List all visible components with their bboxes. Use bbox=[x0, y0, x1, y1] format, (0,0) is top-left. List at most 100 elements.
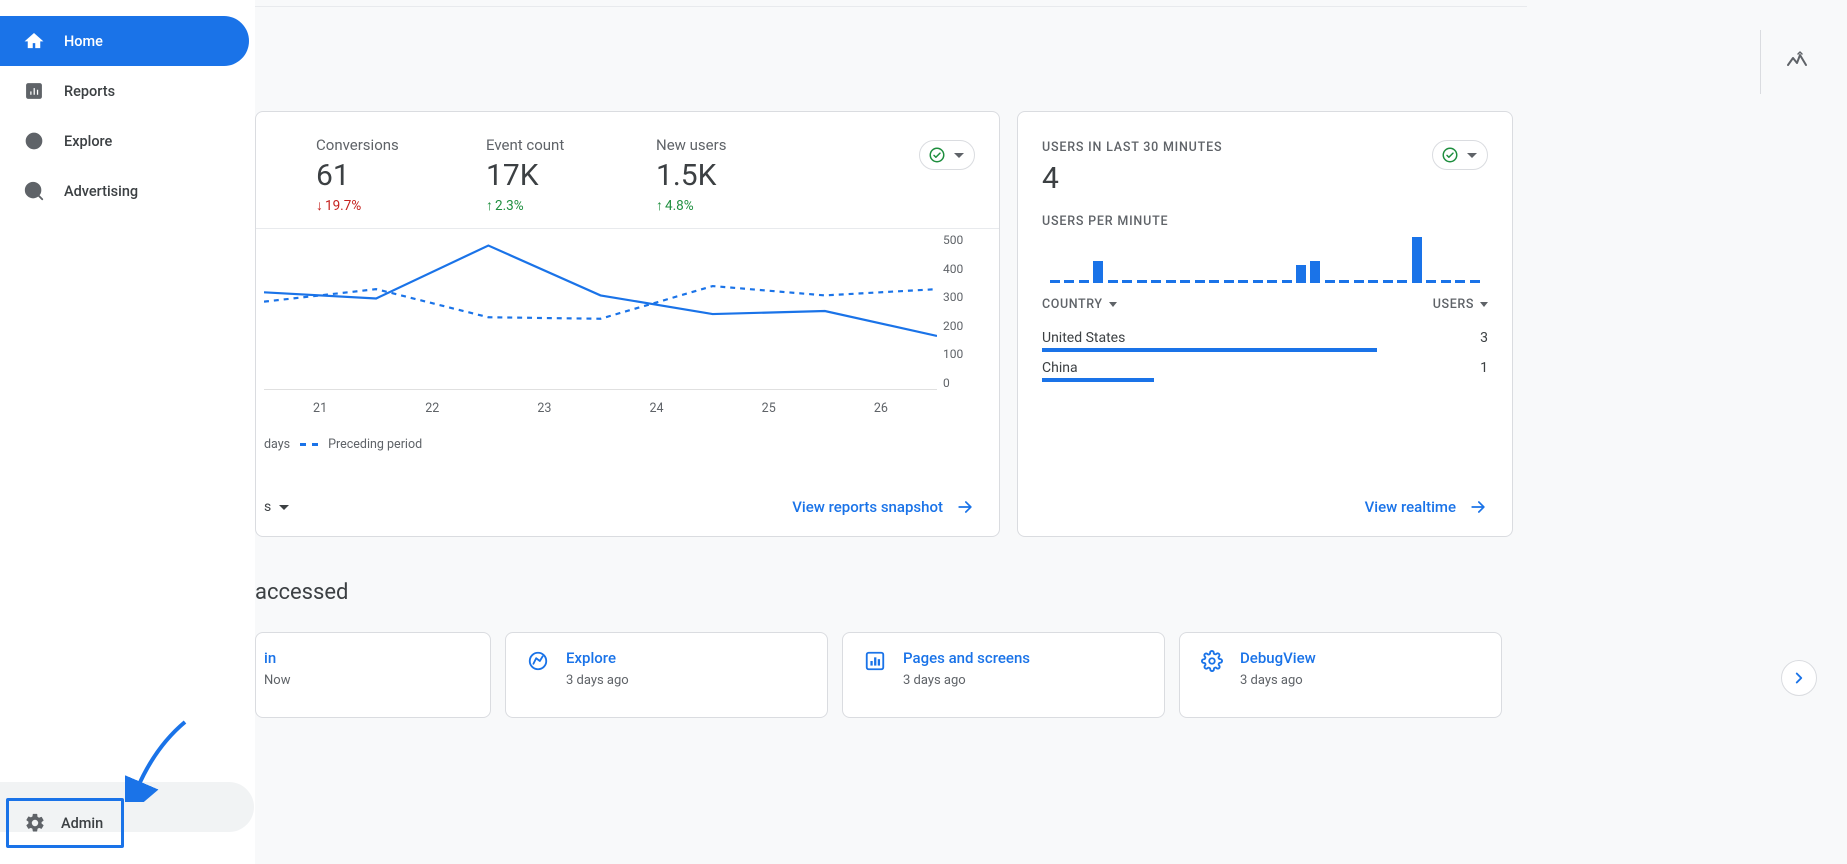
users-per-minute-chart bbox=[1042, 235, 1488, 283]
arrow-right-icon bbox=[1468, 497, 1488, 517]
country-row[interactable]: China 1 bbox=[1042, 352, 1488, 382]
country-header[interactable]: COUNTRY bbox=[1042, 297, 1117, 312]
minute-bar bbox=[1383, 280, 1393, 283]
minute-bar bbox=[1325, 280, 1335, 283]
metric-label: New users bbox=[656, 136, 826, 154]
nav-label: Home bbox=[64, 33, 103, 50]
next-page-button[interactable] bbox=[1781, 660, 1817, 696]
minute-bar bbox=[1470, 280, 1480, 283]
x-axis: 212223242526 bbox=[264, 395, 937, 417]
y-tick: 500 bbox=[943, 233, 963, 247]
y-tick: 100 bbox=[943, 347, 963, 361]
chevron-down-icon bbox=[279, 505, 289, 510]
chevron-down-icon bbox=[1467, 153, 1477, 158]
insights-icon[interactable] bbox=[1785, 48, 1809, 76]
minute-bar bbox=[1151, 280, 1161, 283]
view-realtime-link[interactable]: View realtime bbox=[1365, 497, 1488, 517]
chart-legend: days Preceding period bbox=[256, 417, 999, 452]
explore-icon bbox=[22, 129, 46, 153]
nav-explore[interactable]: Explore bbox=[0, 116, 249, 166]
home-icon bbox=[22, 29, 46, 53]
minute-bar bbox=[1079, 280, 1089, 283]
x-tick: 25 bbox=[762, 401, 776, 417]
country-name: China bbox=[1042, 360, 1078, 376]
minute-bar bbox=[1137, 280, 1147, 283]
minute-bar bbox=[1310, 261, 1320, 283]
arrow-right-icon bbox=[955, 497, 975, 517]
nav-home[interactable]: Home bbox=[0, 16, 249, 66]
admin-button[interactable]: Admin bbox=[6, 798, 124, 848]
metric-value: 17K bbox=[486, 158, 656, 193]
metric-event-count[interactable]: Event count 17K 2.3% bbox=[486, 136, 656, 214]
card-footer: s View reports snapshot bbox=[256, 478, 999, 536]
recent-sub: 3 days ago bbox=[903, 673, 1030, 688]
metric-new-users[interactable]: New users 1.5K 4.8% bbox=[656, 136, 826, 214]
card-options-pill[interactable] bbox=[919, 140, 975, 170]
minute-bar bbox=[1368, 280, 1378, 283]
nav-label: Explore bbox=[64, 133, 112, 150]
gear-icon bbox=[23, 811, 47, 835]
minute-bar bbox=[1267, 280, 1277, 283]
recent-card[interactable]: in Now bbox=[255, 632, 491, 718]
plot-area bbox=[264, 233, 937, 390]
card-options-pill[interactable] bbox=[1432, 140, 1488, 170]
realtime-subtitle: USERS PER MINUTE bbox=[1042, 214, 1488, 229]
minute-bar bbox=[1412, 237, 1422, 283]
minute-bar bbox=[1253, 280, 1263, 283]
nav-label: Advertising bbox=[64, 183, 138, 200]
minute-bar bbox=[1238, 280, 1248, 283]
summary-card: Conversions 61 19.7% Event count 17K 2.3… bbox=[255, 111, 1000, 537]
y-tick: 300 bbox=[943, 290, 963, 304]
recent-title: in bbox=[264, 649, 290, 667]
realtime-value: 4 bbox=[1042, 161, 1488, 196]
y-axis: 5004003002001000 bbox=[943, 233, 979, 390]
metric-delta: 2.3% bbox=[486, 197, 656, 214]
chevron-down-icon bbox=[1480, 302, 1488, 307]
period-selector[interactable]: s bbox=[264, 499, 289, 515]
header-actions bbox=[1760, 30, 1809, 94]
line-chart: 5004003002001000 212223242526 bbox=[264, 233, 979, 417]
gear-icon bbox=[1200, 649, 1224, 673]
metric-delta: 4.8% bbox=[656, 197, 826, 214]
nav-advertising[interactable]: Advertising bbox=[0, 166, 249, 216]
main-content: Conversions 61 19.7% Event count 17K 2.3… bbox=[255, 0, 1847, 864]
minute-bar bbox=[1166, 280, 1176, 283]
metric-delta: 19.7% bbox=[316, 197, 486, 214]
recent-row: in Now Explore 3 days ago Pages and scre… bbox=[255, 632, 1827, 718]
country-bar bbox=[1042, 378, 1154, 382]
country-users: 1 bbox=[1480, 360, 1488, 376]
nav-reports[interactable]: Reports bbox=[0, 66, 249, 116]
recent-card[interactable]: DebugView 3 days ago bbox=[1179, 632, 1502, 718]
minute-bar bbox=[1209, 280, 1219, 283]
y-tick: 200 bbox=[943, 319, 963, 333]
divider bbox=[256, 228, 999, 229]
metric-value: 1.5K bbox=[656, 158, 826, 193]
recent-title: DebugView bbox=[1240, 649, 1316, 667]
recent-card[interactable]: Pages and screens 3 days ago bbox=[842, 632, 1165, 718]
metric-label: Conversions bbox=[316, 136, 486, 154]
top-divider bbox=[255, 6, 1527, 7]
nav-bottom: Admin bbox=[0, 798, 255, 848]
section-title: accessed bbox=[255, 580, 348, 605]
minute-bar bbox=[1354, 280, 1364, 283]
admin-label: Admin bbox=[61, 815, 103, 832]
link-text: View reports snapshot bbox=[792, 498, 943, 516]
minute-bar bbox=[1180, 280, 1190, 283]
country-row[interactable]: United States 3 bbox=[1042, 322, 1488, 352]
minute-bar bbox=[1282, 280, 1292, 283]
explore-icon bbox=[526, 649, 550, 673]
realtime-table-head: COUNTRY USERS bbox=[1042, 297, 1488, 312]
minute-bar bbox=[1224, 280, 1234, 283]
users-header[interactable]: USERS bbox=[1433, 297, 1488, 312]
minute-bar bbox=[1455, 280, 1465, 283]
y-tick: 0 bbox=[943, 376, 950, 390]
recent-card[interactable]: Explore 3 days ago bbox=[505, 632, 828, 718]
country-users: 3 bbox=[1480, 330, 1488, 346]
metric-label: Event count bbox=[486, 136, 656, 154]
minute-bar bbox=[1426, 280, 1436, 283]
country-name: United States bbox=[1042, 330, 1125, 346]
minute-bar bbox=[1093, 261, 1103, 283]
x-tick: 24 bbox=[650, 401, 664, 417]
view-reports-link[interactable]: View reports snapshot bbox=[792, 497, 975, 517]
metric-conversions[interactable]: Conversions 61 19.7% bbox=[316, 136, 486, 214]
